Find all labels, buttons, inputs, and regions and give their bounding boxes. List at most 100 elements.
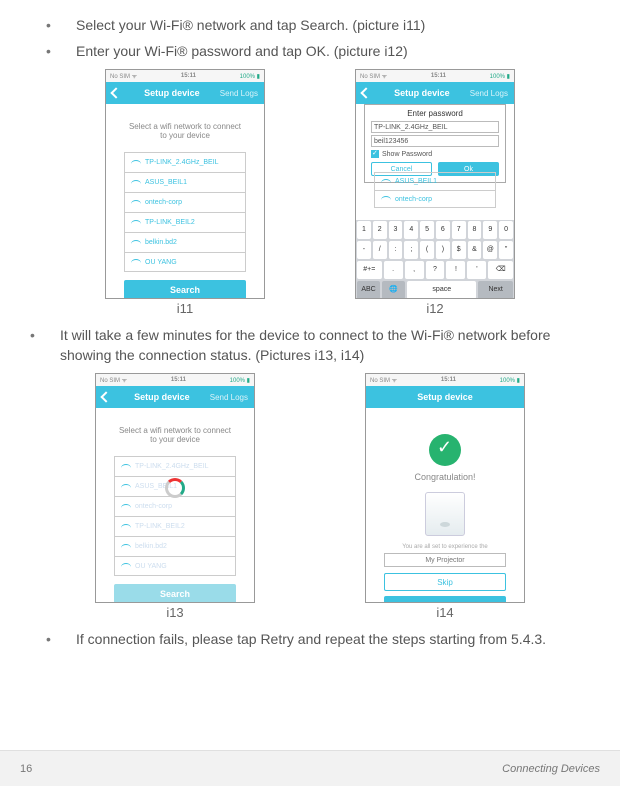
password-input[interactable]: beil123456 bbox=[371, 135, 499, 147]
back-icon[interactable] bbox=[100, 392, 111, 403]
key[interactable]: ? bbox=[426, 261, 445, 279]
key[interactable]: & bbox=[468, 241, 482, 259]
wifi-icon bbox=[381, 194, 391, 204]
wifi-icon bbox=[121, 542, 131, 552]
wifi-item: OU YANG bbox=[114, 556, 236, 576]
screenshot-i12: No SIM ᯤ 15:11 100% ▮ Setup device Send … bbox=[355, 69, 515, 299]
status-left: No SIM ᯤ bbox=[370, 376, 397, 384]
checkbox-icon bbox=[371, 150, 379, 158]
screenshot-i13: No SIM ᯤ 15:11 100% ▮ Setup device Send … bbox=[95, 373, 255, 603]
key[interactable]: : bbox=[389, 241, 403, 259]
topbar-title: Setup device bbox=[124, 88, 220, 98]
wifi-icon bbox=[131, 257, 141, 267]
bullet-marker: • bbox=[46, 630, 76, 650]
wifi-list-partial: ASUS_BEIL1 ontech-corp bbox=[374, 172, 496, 208]
onscreen-keyboard[interactable]: 1234567890 -/:;()$&@" #+= .,?!' ⌫ ABC 🌐 … bbox=[356, 220, 514, 298]
wifi-item[interactable]: ontech-corp bbox=[124, 192, 246, 212]
wifi-item[interactable]: belkin.bd2 bbox=[124, 232, 246, 252]
wifi-ssid: ontech-corp bbox=[135, 503, 172, 510]
status-time: 15:11 bbox=[181, 73, 196, 79]
key-next[interactable]: Next bbox=[478, 281, 513, 299]
key[interactable]: ! bbox=[446, 261, 465, 279]
wifi-ssid: belkin.bd2 bbox=[145, 239, 177, 246]
bullet-marker: • bbox=[46, 16, 76, 36]
bullet-text: Select your Wi-Fi® network and tap Searc… bbox=[76, 16, 596, 36]
get-started-button[interactable]: Get Started bbox=[384, 596, 506, 603]
key[interactable]: 9 bbox=[483, 221, 497, 239]
key[interactable]: - bbox=[357, 241, 371, 259]
back-icon[interactable] bbox=[110, 88, 121, 99]
key[interactable]: 3 bbox=[389, 221, 403, 239]
key-space[interactable]: space bbox=[407, 281, 476, 299]
wifi-icon bbox=[121, 482, 131, 492]
key[interactable]: ' bbox=[467, 261, 486, 279]
status-left: No SIM ᯤ bbox=[100, 376, 127, 384]
caption: i11 bbox=[105, 301, 265, 316]
dialog-title: Enter password bbox=[371, 109, 499, 118]
wifi-item[interactable]: ASUS_BEIL1 bbox=[124, 172, 246, 192]
wifi-icon bbox=[121, 502, 131, 512]
key[interactable]: 0 bbox=[499, 221, 513, 239]
bullet-item: • Enter your Wi-Fi® password and tap OK.… bbox=[46, 42, 596, 62]
wifi-ssid: TP-LINK_BEIL2 bbox=[135, 523, 185, 530]
wifi-item[interactable]: TP-LINK_BEIL2 bbox=[124, 212, 246, 232]
key[interactable]: / bbox=[373, 241, 387, 259]
wifi-item[interactable]: TP-LINK_2.4GHz_BEIL bbox=[124, 152, 246, 172]
bullet-marker: • bbox=[30, 326, 60, 346]
show-password-label: Show Password bbox=[382, 151, 432, 158]
key[interactable]: 1 bbox=[357, 221, 371, 239]
app-topbar: Setup device Send Logs bbox=[106, 82, 264, 104]
back-icon[interactable] bbox=[360, 88, 371, 99]
send-logs-link[interactable]: Send Logs bbox=[220, 89, 258, 98]
key[interactable]: 6 bbox=[436, 221, 450, 239]
wifi-item[interactable]: OU YANG bbox=[124, 252, 246, 272]
bullet-marker: • bbox=[46, 42, 76, 62]
dialog-ssid: TP-LINK_2.4GHz_BEIL bbox=[371, 121, 499, 133]
key[interactable]: , bbox=[405, 261, 424, 279]
caption: i13 bbox=[95, 605, 255, 620]
key[interactable]: ; bbox=[404, 241, 418, 259]
key[interactable]: $ bbox=[452, 241, 466, 259]
bullet-item: • It will take a few minutes for the dev… bbox=[30, 326, 596, 365]
key[interactable]: 8 bbox=[468, 221, 482, 239]
wifi-icon bbox=[131, 158, 141, 168]
search-button[interactable]: Search bbox=[124, 280, 246, 299]
key[interactable]: " bbox=[499, 241, 513, 259]
key[interactable]: 5 bbox=[420, 221, 434, 239]
congrats-section: Congratulation! You are all set to exper… bbox=[366, 408, 524, 603]
key-symbols[interactable]: #+= bbox=[357, 261, 382, 279]
key-globe[interactable]: 🌐 bbox=[382, 281, 405, 299]
key[interactable]: . bbox=[384, 261, 403, 279]
caption: i12 bbox=[355, 301, 515, 316]
wifi-item: TP-LINK_2.4GHz_BEIL bbox=[114, 456, 236, 476]
screenshot-row: No SIM ᯤ 15:11 100% ▮ Setup device Send … bbox=[24, 69, 596, 299]
send-logs-link[interactable]: Send Logs bbox=[210, 393, 248, 402]
device-name-input[interactable]: My Projector bbox=[384, 553, 506, 567]
key[interactable]: @ bbox=[483, 241, 497, 259]
status-battery: 100% ▮ bbox=[240, 73, 260, 80]
wifi-icon bbox=[131, 178, 141, 188]
wifi-item[interactable]: ASUS_BEIL1 bbox=[374, 172, 496, 190]
device-illustration bbox=[425, 492, 465, 536]
key[interactable]: 4 bbox=[404, 221, 418, 239]
send-logs-link[interactable]: Send Logs bbox=[470, 89, 508, 98]
skip-button[interactable]: Skip bbox=[384, 573, 506, 591]
key[interactable]: 2 bbox=[373, 221, 387, 239]
wifi-item[interactable]: ontech-corp bbox=[374, 190, 496, 208]
key-abc[interactable]: ABC bbox=[357, 281, 380, 299]
wifi-icon bbox=[121, 462, 131, 472]
caption-row: i13 i14 bbox=[24, 605, 596, 620]
key[interactable]: ) bbox=[436, 241, 450, 259]
wifi-item: ontech-corp bbox=[114, 496, 236, 516]
key-backspace[interactable]: ⌫ bbox=[488, 261, 513, 279]
key[interactable]: ( bbox=[420, 241, 434, 259]
status-time: 15:11 bbox=[441, 377, 456, 383]
show-password-checkbox[interactable]: Show Password bbox=[371, 150, 499, 158]
wifi-ssid: TP-LINK_2.4GHz_BEIL bbox=[145, 159, 219, 166]
app-topbar: Setup device Send Logs bbox=[356, 82, 514, 104]
wifi-item: belkin.bd2 bbox=[114, 536, 236, 556]
status-bar: No SIM ᯤ 15:11 100% ▮ bbox=[366, 374, 524, 386]
key[interactable]: 7 bbox=[452, 221, 466, 239]
app-topbar: Setup device Send Logs bbox=[96, 386, 254, 408]
wifi-ssid: TP-LINK_2.4GHz_BEIL bbox=[135, 463, 209, 470]
